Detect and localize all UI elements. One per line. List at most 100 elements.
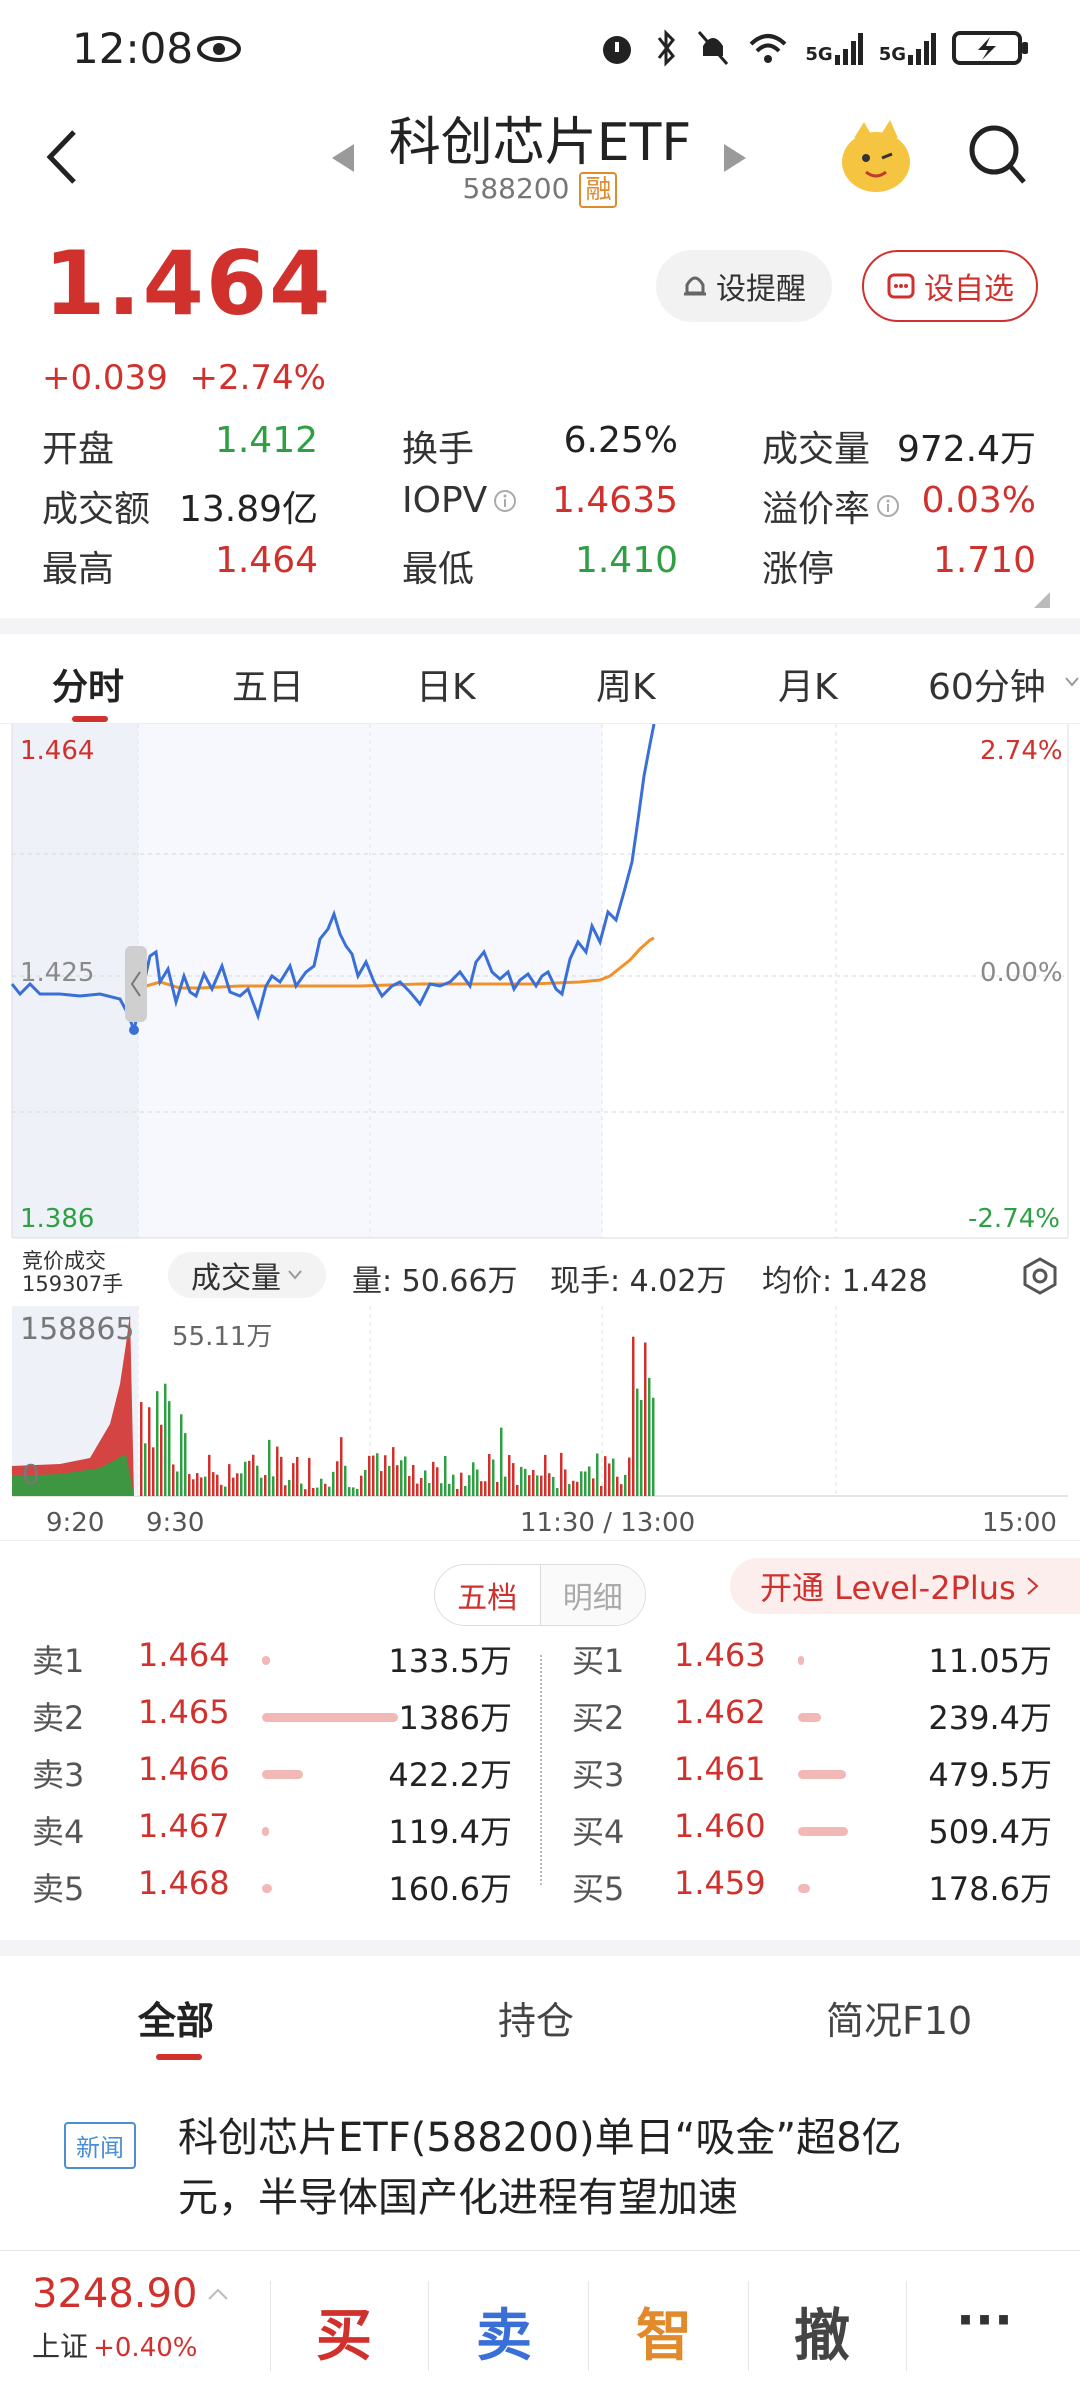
bid-row[interactable]: 买2 1.462 239.4万	[572, 1693, 1052, 1743]
add-watchlist-button[interactable]: 设自选	[862, 250, 1038, 322]
ask-row[interactable]: 卖1 1.464 133.5万	[32, 1636, 512, 1686]
mute-icon	[698, 31, 729, 65]
ask-volume: 1386万	[398, 1699, 512, 1737]
sell-button[interactable]: 卖	[476, 2291, 532, 2372]
cancel-order-button[interactable]: 撤	[794, 2291, 850, 2372]
bid-price: 1.461	[674, 1750, 766, 1788]
price-axis-high: 1.464	[20, 736, 95, 766]
tab-five-level[interactable]: 五档	[435, 1565, 541, 1625]
news-item[interactable]: 新闻 科创芯片ETF(588200)单日“吸金”超8亿 元，半导体国产化进程有望…	[0, 2100, 1080, 2240]
bid-volume: 479.5万	[928, 1756, 1052, 1794]
header: 科创芯片ETF 588200 融	[0, 100, 1080, 220]
set-alert-label: 设提醒	[716, 272, 806, 307]
mascot-icon[interactable]	[836, 118, 916, 198]
news-headline-line2: 元，半导体国产化进程有望加速	[178, 2175, 738, 2221]
news-badge: 新闻	[64, 2122, 136, 2169]
limit-up-label: 涨停	[762, 549, 835, 590]
volume-axis-max-right: 55.11万	[172, 1322, 273, 1352]
stock-code-line: 588200 融	[0, 172, 1080, 208]
chart-drag-handle[interactable]	[125, 946, 147, 1022]
indicator-dropdown[interactable]: 成交量	[168, 1252, 326, 1298]
divider	[748, 2281, 749, 2371]
tab-monthly-k[interactable]: 月K	[778, 658, 838, 710]
ask-level-label: 卖3	[32, 1756, 85, 1794]
buy-button[interactable]: 买	[316, 2291, 372, 2372]
turnover-value: 6.25%	[563, 420, 678, 461]
chevron-right-icon	[1027, 1577, 1039, 1595]
margin-badge: 融	[579, 172, 618, 208]
search-icon[interactable]	[966, 122, 1028, 188]
settings-icon[interactable]	[1020, 1256, 1060, 1296]
bid-depth-bar	[798, 1713, 821, 1722]
volume-label: 成交量	[762, 429, 871, 470]
set-alert-button[interactable]: 设提醒	[656, 250, 832, 322]
orderbook-tabs: 五档 明细	[434, 1564, 646, 1626]
eye-icon	[197, 36, 241, 62]
index-name: 上证	[32, 2330, 89, 2363]
section-divider	[0, 618, 1080, 634]
tab-daily-k[interactable]: 日K	[416, 658, 476, 710]
tab-detail[interactable]: 明细	[540, 1565, 645, 1625]
ask-volume: 160.6万	[388, 1870, 512, 1908]
premium-label-group[interactable]: 溢价率	[762, 480, 900, 532]
time-label-1500: 15:00	[982, 1508, 1057, 1538]
pct-axis-low: -2.74%	[968, 1204, 1060, 1234]
index-percent: +0.40%	[93, 2333, 198, 2363]
tab-profile-f10[interactable]: 简况F10	[826, 1990, 972, 2045]
ask-row[interactable]: 卖3 1.466 422.2万	[32, 1750, 512, 1800]
battery-icon	[952, 31, 1028, 65]
bottom-action-bar: 3248.90 上证 +0.40% 买 卖 智 撤 ···	[0, 2250, 1080, 2400]
page-title: 科创芯片ETF	[388, 113, 692, 173]
ask-level-label: 卖2	[32, 1699, 85, 1737]
iopv-value: 1.4635	[552, 480, 678, 521]
index-ticker[interactable]: 3248.90 上证 +0.40%	[32, 2271, 229, 2365]
ask-row[interactable]: 卖4 1.467 119.4万	[32, 1807, 512, 1857]
volume-value: 972.4万	[896, 429, 1036, 470]
ask-price: 1.466	[138, 1750, 230, 1788]
network-label-2: 5G	[878, 44, 906, 65]
time-label-1130-1300: 11:30 / 13:00	[520, 1508, 696, 1538]
bid-row[interactable]: 买1 1.463 11.05万	[572, 1636, 1052, 1686]
tab-holdings[interactable]: 持仓	[498, 1990, 574, 2045]
wifi-icon	[750, 34, 787, 63]
turnover-label: 换手	[402, 429, 475, 470]
current-hand: 现手: 4.02万	[550, 1264, 727, 1299]
section-divider	[0, 1940, 1080, 1956]
tab-intraday[interactable]: 分时	[52, 658, 124, 710]
ask-row[interactable]: 卖2 1.465 1386万	[32, 1693, 512, 1743]
time-label-0930: 9:30	[146, 1508, 205, 1538]
tab-all[interactable]: 全部	[138, 1990, 214, 2045]
time-label-0920: 9:20	[46, 1508, 105, 1538]
level2-promo[interactable]: 开通 Level-2Plus	[730, 1558, 1080, 1614]
network-label-1: 5G	[805, 44, 833, 65]
expand-corner-icon[interactable]	[1034, 592, 1050, 608]
intraday-chart[interactable]	[0, 724, 1080, 1540]
smart-button[interactable]: 智	[636, 2291, 692, 2372]
signal-icon-1: 5G	[805, 31, 863, 65]
high-value: 1.464	[214, 540, 318, 581]
ask-row[interactable]: 卖5 1.468 160.6万	[32, 1864, 512, 1914]
orderbook-divider	[540, 1655, 542, 1885]
divider	[270, 2281, 271, 2371]
chart-period-tabs: 分时 五日 日K 周K 月K 60分钟	[0, 640, 1080, 724]
divider	[588, 2281, 589, 2371]
ask-level-label: 卖5	[32, 1870, 85, 1908]
tab-five-day[interactable]: 五日	[232, 658, 304, 710]
bid-depth-bar	[798, 1656, 804, 1665]
bid-row[interactable]: 买4 1.460 509.4万	[572, 1807, 1052, 1857]
next-stock-icon[interactable]	[722, 142, 748, 174]
indicator-label: 成交量	[191, 1261, 281, 1296]
pct-axis-high: 2.74%	[980, 736, 1063, 766]
iopv-label-group[interactable]: IOPV	[402, 480, 517, 521]
clock: 12:08	[72, 24, 194, 73]
bid-row[interactable]: 买5 1.459 178.6万	[572, 1864, 1052, 1914]
tab-weekly-k[interactable]: 周K	[596, 658, 656, 710]
more-button[interactable]: ···	[956, 2291, 1013, 2349]
change-percent: +2.74%	[189, 358, 326, 398]
bid-price: 1.462	[674, 1693, 766, 1731]
tab-60min[interactable]: 60分钟	[928, 658, 1046, 710]
bid-volume: 178.6万	[928, 1870, 1052, 1908]
volume-header: 竞价成交 159307手 成交量 量: 50.66万 现手: 4.02万 均价:…	[0, 1240, 1080, 1310]
bid-row[interactable]: 买3 1.461 479.5万	[572, 1750, 1052, 1800]
amount-value: 13.89亿	[178, 489, 318, 530]
